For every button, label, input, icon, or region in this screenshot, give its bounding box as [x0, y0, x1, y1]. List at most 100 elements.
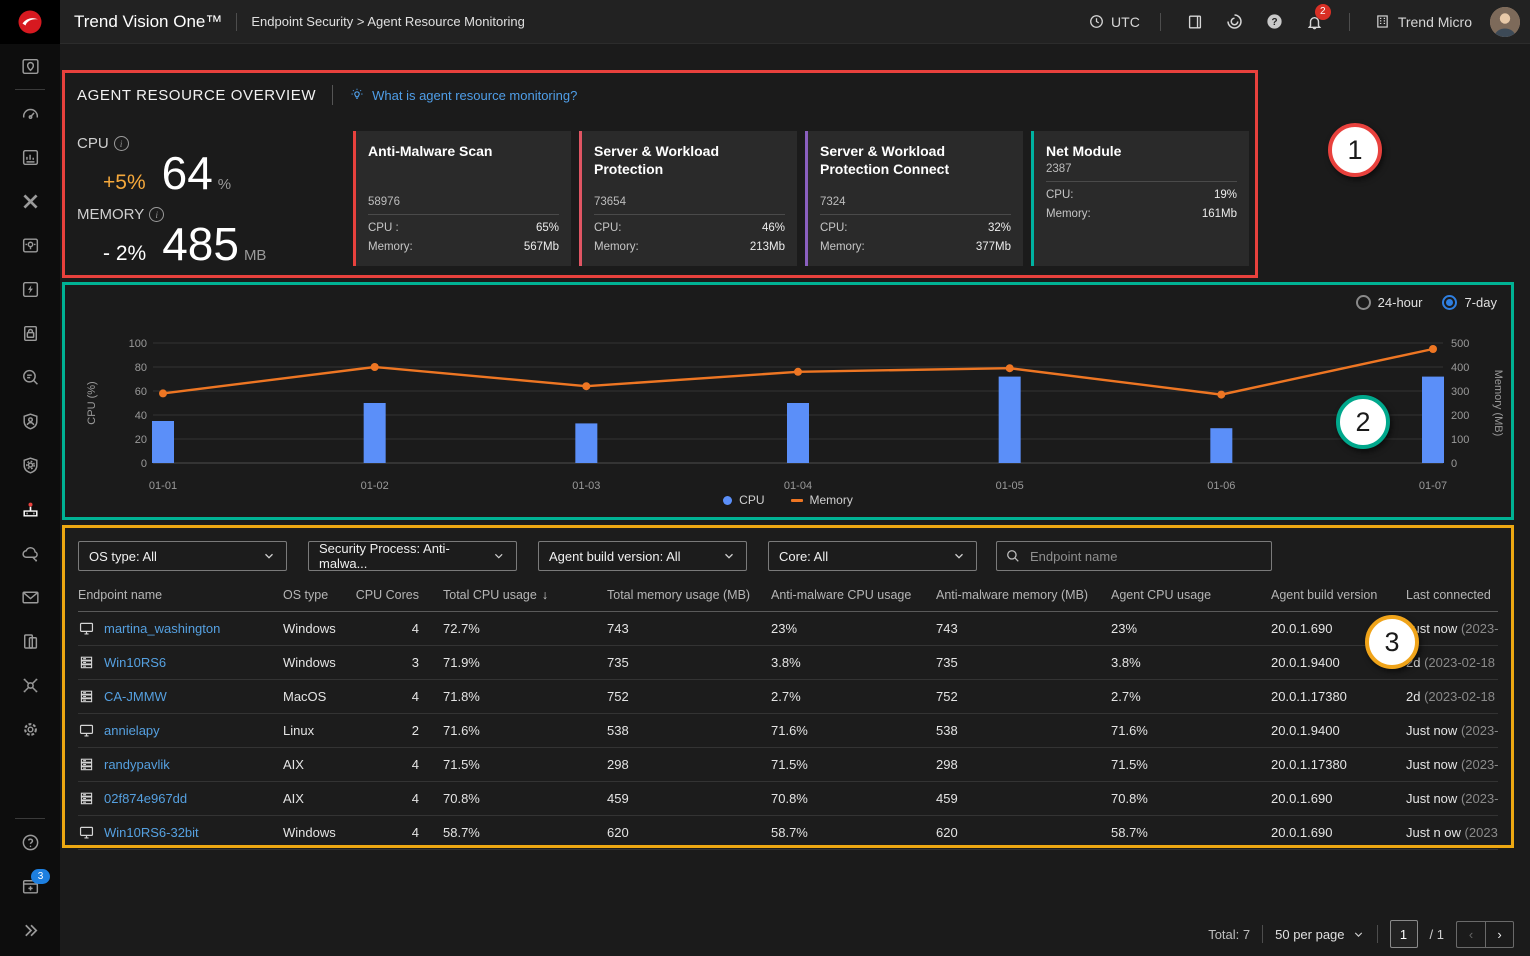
- card-count: 73654: [594, 196, 785, 208]
- sidebar-item-help[interactable]: [0, 820, 60, 864]
- lightbulb-icon: [349, 87, 365, 103]
- module-card-server-workload-protection[interactable]: Server & Workload Protection 73654 CPU:4…: [579, 131, 797, 266]
- col-am-cpu[interactable]: Anti-malware CPU usage: [771, 588, 936, 602]
- help-button[interactable]: ?: [1255, 0, 1295, 44]
- avatar[interactable]: [1490, 7, 1520, 37]
- sidebar-item-workbench[interactable]: [0, 223, 60, 267]
- cpu-cores-cell: 4: [353, 791, 425, 806]
- timezone-label: UTC: [1111, 14, 1140, 30]
- sidebar-item-expand[interactable]: [0, 908, 60, 952]
- sidebar-item-policy[interactable]: [0, 311, 60, 355]
- range-option-24-hour[interactable]: 24-hour: [1356, 295, 1423, 310]
- svg-text:01-05: 01-05: [996, 480, 1024, 492]
- endpoint-name-link[interactable]: Win10RS6-32bit: [104, 825, 199, 840]
- overview-stats: CPUi +5% 64 % MEMORYi - 2% 485 MB: [77, 135, 266, 273]
- tenant-selector[interactable]: Trend Micro: [1364, 13, 1482, 30]
- sidebar-item-console[interactable]: 3: [0, 864, 60, 908]
- endpoint-name-link[interactable]: martina_washington: [104, 621, 220, 636]
- svg-text:?: ?: [1272, 17, 1278, 28]
- next-page-button[interactable]: ›: [1485, 921, 1514, 948]
- sidebar-item-settings[interactable]: [0, 707, 60, 751]
- help-icon: [20, 832, 41, 853]
- legend-memory[interactable]: Memory: [791, 493, 853, 507]
- security-process-filter[interactable]: Security Process: Anti-malwa...: [308, 541, 517, 571]
- table-filters: OS type: All Security Process: Anti-malw…: [78, 541, 1498, 571]
- ai-security-icon: [20, 543, 41, 564]
- total-memory-cell: 620: [607, 825, 771, 840]
- svg-text:01-04: 01-04: [784, 480, 812, 492]
- svg-text:01-07: 01-07: [1419, 480, 1447, 492]
- col-cpu-cores[interactable]: CPU Cores: [353, 588, 425, 602]
- col-endpoint-name[interactable]: Endpoint name: [78, 588, 283, 602]
- what-is-monitoring-link[interactable]: What is agent resource monitoring?: [349, 87, 577, 103]
- legend-cpu[interactable]: CPU: [723, 493, 764, 507]
- per-page-selector[interactable]: 50 per page: [1275, 927, 1364, 942]
- cpu-cores-cell: 3: [353, 655, 425, 670]
- sidebar-item-search-query[interactable]: [0, 355, 60, 399]
- cpu-unit: %: [218, 176, 231, 193]
- core-filter[interactable]: Core: All: [768, 541, 977, 571]
- sidebar-item-map[interactable]: [0, 44, 60, 88]
- svg-text:200: 200: [1451, 410, 1469, 422]
- sidebar-item-mobile-security[interactable]: [0, 619, 60, 663]
- pagination: Total: 7 50 per page 1 / 1 ‹ ›: [1208, 920, 1514, 948]
- shield-gear-icon: [20, 455, 41, 476]
- endpoint-name-link[interactable]: annielapy: [104, 723, 160, 738]
- module-card-anti-malware-scan[interactable]: Anti-Malware Scan 58976 CPU :65% Memory:…: [353, 131, 571, 266]
- info-icon[interactable]: i: [114, 136, 129, 151]
- sidebar-item-shield-person[interactable]: [0, 399, 60, 443]
- range-option-7-day[interactable]: 7-day: [1442, 295, 1497, 310]
- total-cpu-cell: 72.7%: [425, 621, 607, 636]
- col-agent-build[interactable]: Agent build version: [1271, 588, 1406, 602]
- memory-delta: - 2%: [103, 242, 146, 266]
- search-input[interactable]: [1028, 548, 1252, 565]
- sidebar-item-email-security[interactable]: [0, 575, 60, 619]
- time-range-selector: 24-hour 7-day: [1356, 295, 1497, 310]
- os-type-filter[interactable]: OS type: All: [78, 541, 287, 571]
- page-input[interactable]: 1: [1390, 920, 1418, 948]
- card-title: Net Module: [1046, 142, 1237, 160]
- help-icon: ?: [1265, 12, 1284, 31]
- sidebar-item-endpoint-security[interactable]: [0, 487, 60, 531]
- col-os-type[interactable]: OS type: [283, 588, 353, 602]
- last-connected-cell: Just n ow (2023: [1406, 825, 1498, 840]
- sidebar-item-shield-gear[interactable]: [0, 443, 60, 487]
- memory-point: [1006, 364, 1014, 372]
- svg-text:0: 0: [141, 458, 147, 470]
- col-last-connected[interactable]: Last connected: [1406, 588, 1498, 602]
- topbar: Trend Vision One™ Endpoint Security > Ag…: [60, 0, 1530, 44]
- cpu-memory-chart: 020406080100010020030040050001-0101-0201…: [65, 327, 1511, 499]
- sidebar-item-reports[interactable]: [0, 135, 60, 179]
- timezone-selector[interactable]: UTC: [1082, 13, 1146, 30]
- col-agent-cpu[interactable]: Agent CPU usage: [1111, 588, 1271, 602]
- integrations-button[interactable]: [1215, 0, 1255, 44]
- card-cpu-row: CPU:32%: [820, 219, 1011, 238]
- sidebar-item-attack-surface[interactable]: [0, 267, 60, 311]
- main-content: AGENT RESOURCE OVERVIEW What is agent re…: [60, 44, 1530, 956]
- am-memory-cell: 620: [936, 825, 1111, 840]
- module-card-net-module[interactable]: Net Module 2387 CPU:19% Memory:161Mb: [1031, 131, 1249, 266]
- module-card-server-workload-protection-connect[interactable]: Server & Workload Protection Connect 732…: [805, 131, 1023, 266]
- sidebar-item-xdr[interactable]: [0, 179, 60, 223]
- agent-build-version-filter[interactable]: Agent build version: All: [538, 541, 747, 571]
- documentation-button[interactable]: [1175, 0, 1215, 44]
- col-total-cpu[interactable]: Total CPU usage↓: [425, 588, 607, 602]
- sidebar-item-ai-security[interactable]: [0, 531, 60, 575]
- sidebar-item-dashboard[interactable]: [0, 91, 60, 135]
- overview-header: AGENT RESOURCE OVERVIEW What is agent re…: [65, 73, 1255, 105]
- memory-stat-value: - 2% 485 MB: [77, 217, 266, 271]
- notifications-button[interactable]: 2: [1295, 0, 1335, 44]
- sidebar-item-network-security[interactable]: [0, 663, 60, 707]
- console-badge: 3: [31, 869, 50, 884]
- endpoint-name-link[interactable]: Win10RS6: [104, 655, 166, 670]
- endpoint-name-link[interactable]: randypavlik: [104, 757, 170, 772]
- endpoint-name-link[interactable]: 02f874e967dd: [104, 791, 187, 806]
- trend-micro-logo[interactable]: [0, 0, 60, 44]
- map-icon: [20, 56, 41, 77]
- endpoint-name-link[interactable]: CA-JMMW: [104, 689, 167, 704]
- total-cpu-cell: 71.8%: [425, 689, 607, 704]
- prev-page-button[interactable]: ‹: [1456, 921, 1485, 948]
- card-cpu-row: CPU :65%: [368, 219, 559, 238]
- col-total-memory[interactable]: Total memory usage (MB): [607, 588, 771, 602]
- col-am-memory[interactable]: Anti-malware memory (MB): [936, 588, 1111, 602]
